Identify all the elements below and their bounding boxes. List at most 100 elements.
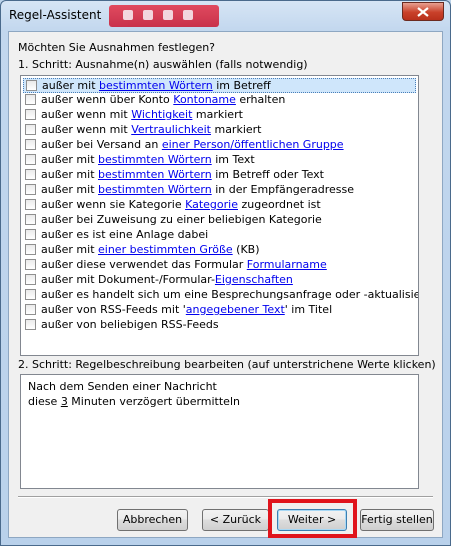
exception-item[interactable]: außer von RSS-Feeds mit 'angegebener Tex… xyxy=(23,303,416,318)
description-text: Minuten verzögert übermitteln xyxy=(67,395,240,408)
step1-label: 1. Schritt: Ausnahme(n) auswählen (falls… xyxy=(18,58,308,71)
exception-item[interactable]: außer mit bestimmten Wörtern im Betreff xyxy=(23,78,416,93)
exception-text: markiert xyxy=(192,108,243,121)
exception-text: außer von RSS-Feeds mit ' xyxy=(41,303,186,316)
background-logo-icon xyxy=(109,5,219,27)
back-button[interactable]: < Zurück xyxy=(202,509,269,531)
exception-text: im Betreff oder Text xyxy=(211,168,324,181)
exception-text: in der Empfängeradresse xyxy=(211,183,355,196)
exception-label: außer bei Zuweisung zu einer beliebigen … xyxy=(41,213,322,227)
exception-checkbox[interactable] xyxy=(25,94,36,105)
exception-text: außer mit xyxy=(41,153,99,166)
exception-value-link[interactable]: bestimmten Wörtern xyxy=(98,153,212,166)
exception-text: außer mit xyxy=(41,243,99,256)
exception-item[interactable]: außer es handelt sich um eine Besprechun… xyxy=(23,288,419,303)
exception-text: im Betreff xyxy=(212,79,271,92)
divider xyxy=(18,496,433,498)
exception-checkbox[interactable] xyxy=(25,199,36,210)
exception-item[interactable]: außer von beliebigen RSS-Feeds xyxy=(23,318,416,333)
exception-text: außer es handelt sich um eine Besprechun… xyxy=(41,288,419,301)
exception-text: im Text xyxy=(211,153,255,166)
exception-label: außer wenn sie Kategorie Kategorie zugeo… xyxy=(41,198,321,212)
exception-item[interactable]: außer es ist eine Anlage dabei xyxy=(23,228,416,243)
exception-value-link[interactable]: angegebener Text xyxy=(186,303,285,316)
exception-item[interactable]: außer diese verwendet das Formular Formu… xyxy=(23,258,416,273)
exception-value-link[interactable]: einer Person/öffentlichen Gruppe xyxy=(162,138,344,151)
exception-label: außer es handelt sich um eine Besprechun… xyxy=(41,288,419,302)
exception-label: außer von RSS-Feeds mit 'angegebener Tex… xyxy=(41,303,332,317)
exception-checkbox[interactable] xyxy=(25,274,36,285)
exception-checkbox[interactable] xyxy=(25,169,36,180)
cancel-button[interactable]: Abbrechen xyxy=(117,509,188,531)
exception-checkbox[interactable] xyxy=(25,289,36,300)
exception-item[interactable]: außer wenn über Konto Kontoname erhalten xyxy=(23,93,416,108)
exception-checkbox[interactable] xyxy=(25,319,36,330)
exception-value-link[interactable]: bestimmten Wörtern xyxy=(98,168,212,181)
exception-value-link[interactable]: Formularname xyxy=(247,258,327,271)
dialog-body: Möchten Sie Ausnahmen festlegen? 1. Schr… xyxy=(8,31,443,538)
exception-item[interactable]: außer bei Zuweisung zu einer beliebigen … xyxy=(23,213,416,228)
exception-value-link[interactable]: Vertraulichkeit xyxy=(131,123,211,136)
exception-item[interactable]: außer bei Versand an einer Person/öffent… xyxy=(23,138,416,153)
exception-value-link[interactable]: bestimmten Wörtern xyxy=(98,183,212,196)
exception-item[interactable]: außer wenn mit Vertraulichkeit markiert xyxy=(23,123,416,138)
exception-checkbox[interactable] xyxy=(25,109,36,120)
finish-button[interactable]: Fertig stellen xyxy=(360,509,434,531)
exception-checkbox[interactable] xyxy=(25,214,36,225)
exception-item[interactable]: außer mit bestimmten Wörtern im Text xyxy=(23,153,416,168)
exception-item[interactable]: außer mit bestimmten Wörtern in der Empf… xyxy=(23,183,416,198)
exception-label: außer wenn mit Wichtigkeit markiert xyxy=(41,108,243,122)
exception-label: außer mit bestimmten Wörtern im Betreff … xyxy=(41,168,324,182)
delay-minutes-link[interactable]: 3 xyxy=(61,395,68,408)
exception-value-link[interactable]: einer bestimmten Größe xyxy=(98,243,233,256)
exception-item[interactable]: außer mit einer bestimmten Größe (KB) xyxy=(23,243,416,258)
exception-checkbox[interactable] xyxy=(25,139,36,150)
exception-label: außer wenn mit Vertraulichkeit markiert xyxy=(41,123,262,137)
exception-item[interactable]: außer wenn mit Wichtigkeit markiert xyxy=(23,108,416,123)
exception-checkbox[interactable] xyxy=(25,229,36,240)
exception-text: außer mit Dokument-/Formular- xyxy=(41,273,215,286)
close-button[interactable] xyxy=(402,2,444,21)
exception-value-link[interactable]: Eigenschaften xyxy=(215,273,293,286)
exception-label: außer mit einer bestimmten Größe (KB) xyxy=(41,243,260,257)
exception-value-link[interactable]: Wichtigkeit xyxy=(131,108,192,121)
description-text: diese xyxy=(28,395,61,408)
window-title: Regel-Assistent xyxy=(9,8,102,22)
exception-item[interactable]: außer mit bestimmten Wörtern im Betreff … xyxy=(23,168,416,183)
exception-item[interactable]: außer wenn sie Kategorie Kategorie zugeo… xyxy=(23,198,416,213)
exception-value-link[interactable]: Kategorie xyxy=(185,198,238,211)
rule-description-box[interactable]: Nach dem Senden einer Nachricht diese 3 … xyxy=(20,374,419,489)
exception-value-link[interactable]: Kontoname xyxy=(173,93,236,106)
highlight-box xyxy=(268,499,357,538)
prompt-text: Möchten Sie Ausnahmen festlegen? xyxy=(18,41,216,54)
exception-label: außer von beliebigen RSS-Feeds xyxy=(41,318,219,332)
exception-text: außer mit xyxy=(42,79,100,92)
exception-checkbox[interactable] xyxy=(25,154,36,165)
exception-text: außer wenn über Konto xyxy=(41,93,174,106)
exception-checkbox[interactable] xyxy=(25,244,36,255)
exception-checkbox[interactable] xyxy=(25,124,36,135)
title-bar[interactable]: Regel-Assistent xyxy=(1,1,450,31)
exception-label: außer es ist eine Anlage dabei xyxy=(41,228,208,242)
exception-label: außer mit bestimmten Wörtern in der Empf… xyxy=(41,183,354,197)
exception-text: ' im Titel xyxy=(284,303,333,316)
exceptions-list[interactable]: außer mit bestimmten Wörtern im Betreff a… xyxy=(20,75,419,356)
exception-text: außer bei Versand an xyxy=(41,138,162,151)
exception-label: außer mit bestimmten Wörtern im Text xyxy=(41,153,255,167)
close-icon xyxy=(417,7,429,17)
exception-checkbox[interactable] xyxy=(25,259,36,270)
exception-label: außer diese verwendet das Formular Formu… xyxy=(41,258,327,272)
exception-value-link[interactable]: bestimmten Wörtern xyxy=(99,79,213,92)
description-line: Nach dem Senden einer Nachricht xyxy=(28,380,217,393)
exception-text: erhalten xyxy=(235,93,286,106)
exception-item[interactable]: außer mit Dokument-/Formular-Eigenschaft… xyxy=(23,273,416,288)
exception-label: außer wenn über Konto Kontoname erhalten xyxy=(41,93,285,107)
exception-text: außer bei Zuweisung zu einer beliebigen … xyxy=(41,213,322,226)
description-line: diese 3 Minuten verzögert übermitteln xyxy=(28,395,240,408)
exception-label: außer mit Dokument-/Formular-Eigenschaft… xyxy=(41,273,293,287)
exception-checkbox[interactable] xyxy=(25,304,36,315)
exception-text: außer wenn mit xyxy=(41,108,132,121)
exception-label: außer mit bestimmten Wörtern im Betreff xyxy=(42,79,271,93)
exception-checkbox[interactable] xyxy=(26,80,37,91)
exception-checkbox[interactable] xyxy=(25,184,36,195)
